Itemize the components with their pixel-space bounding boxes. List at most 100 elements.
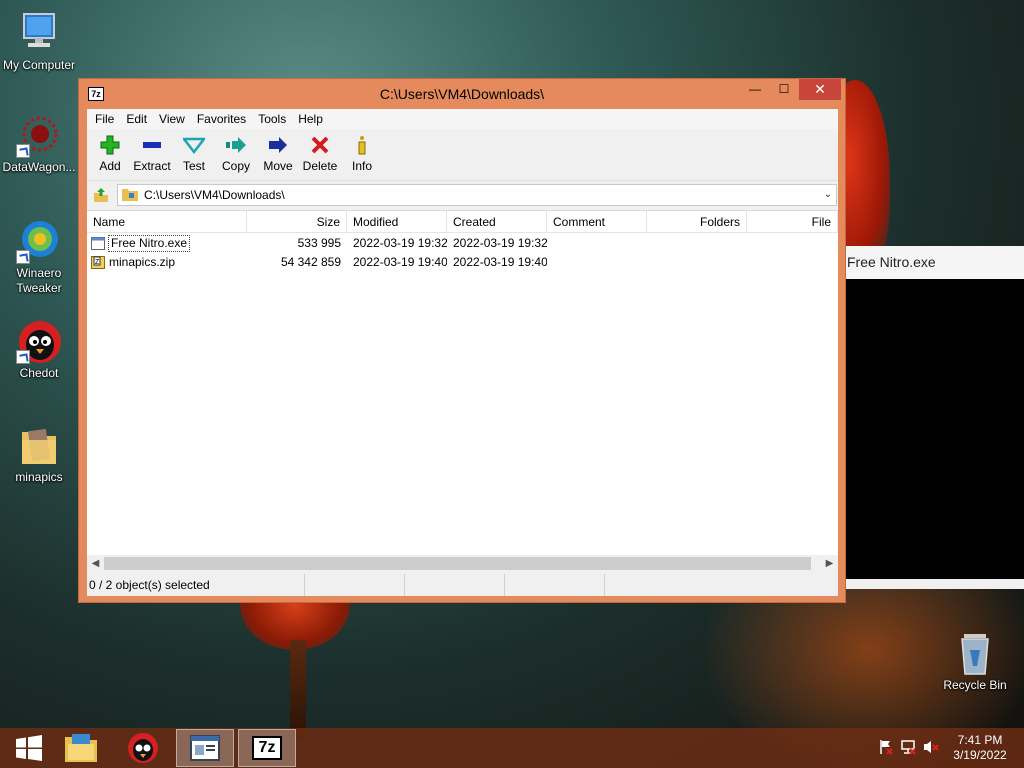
table-row[interactable]: Free Nitro.exe 533 995 2022-03-19 19:32 …: [87, 234, 838, 253]
system-tray: 7:41 PM 3/19/2022: [878, 728, 1024, 768]
file-size: 533 995: [297, 236, 341, 250]
menu-file[interactable]: File: [89, 112, 120, 126]
file-name: Free Nitro.exe: [107, 235, 191, 252]
title-bar[interactable]: 7z C:\Users\VM4\Downloads\ — ☐ ✕: [79, 79, 845, 109]
scroll-right-icon[interactable]: ▶: [821, 558, 838, 569]
taskbar-chedot[interactable]: [114, 729, 172, 767]
shortcut-arrow-icon: [16, 350, 30, 364]
info-button[interactable]: Info: [341, 129, 383, 180]
preview-window[interactable]: Free Nitro.exe: [846, 246, 1024, 589]
clock-time: 7:41 PM: [957, 733, 1003, 747]
column-folders[interactable]: Folders: [647, 211, 747, 232]
taskbar-file-explorer[interactable]: [52, 729, 110, 767]
preview-bottom-bar: [846, 579, 1024, 589]
taskbar-7zip[interactable]: 7z: [238, 729, 296, 767]
desktop-icon-datawagon[interactable]: DataWagon...: [0, 112, 78, 175]
desktop-icon-label: Winaero Tweaker: [16, 266, 62, 295]
table-row[interactable]: Z minapics.zip 54 342 859 2022-03-19 19:…: [87, 253, 838, 272]
add-icon: [89, 134, 131, 156]
chedot-icon: [16, 318, 62, 364]
extract-button[interactable]: Extract: [131, 129, 173, 180]
selection-status: 0 / 2 object(s) selected: [87, 574, 305, 596]
column-created[interactable]: Created: [447, 211, 547, 232]
menu-bar: File Edit View Favorites Tools Help: [87, 109, 838, 129]
folder-icon: [16, 422, 62, 468]
folder-icon: [122, 188, 138, 201]
file-name: minapics.zip: [109, 255, 176, 269]
path-text: C:\Users\VM4\Downloads\: [144, 187, 285, 202]
window-title: C:\Users\VM4\Downloads\: [379, 86, 545, 102]
delete-button[interactable]: Delete: [299, 129, 341, 180]
column-comment[interactable]: Comment: [547, 211, 647, 232]
info-label: Info: [351, 159, 372, 173]
clock-date: 3/19/2022: [953, 748, 1007, 762]
window-client-area: File Edit View Favorites Tools Help Add …: [87, 109, 838, 596]
column-headers: Name Size Modified Created Comment Folde…: [87, 211, 838, 233]
desktop-icon-my-computer[interactable]: My Computer: [0, 10, 78, 73]
file-explorer-icon: [65, 734, 97, 762]
copy-icon: [215, 134, 257, 156]
desktop-icon-label: DataWagon...: [2, 160, 76, 174]
test-label: Test: [182, 159, 205, 173]
file-modified: 2022-03-19 19:32: [353, 236, 447, 250]
desktop-icon-chedot[interactable]: Chedot: [0, 318, 78, 381]
wallpaper-stem: [290, 640, 306, 740]
desktop-icon-label: Recycle Bin: [943, 678, 1007, 692]
chevron-down-icon[interactable]: ⌄: [824, 189, 832, 200]
file-manager-window[interactable]: 7z C:\Users\VM4\Downloads\ — ☐ ✕ File Ed…: [78, 78, 846, 603]
column-modified[interactable]: Modified: [347, 211, 447, 232]
extract-label: Extract: [133, 159, 171, 173]
path-input[interactable]: C:\Users\VM4\Downloads\ ⌄: [117, 183, 837, 206]
file-modified: 2022-03-19 19:40: [353, 255, 447, 269]
scroll-left-icon[interactable]: ◀: [87, 558, 104, 569]
delete-label: Delete: [302, 159, 338, 173]
taskbar: 7z 7:41 PM 3/19/2022: [0, 728, 1024, 768]
menu-help[interactable]: Help: [292, 112, 329, 126]
horizontal-scrollbar[interactable]: ◀ ▶: [87, 555, 838, 572]
taskbar-window-preview[interactable]: [176, 729, 234, 767]
volume-muted-icon[interactable]: [922, 739, 948, 758]
column-files[interactable]: File: [747, 211, 838, 232]
status-cell: [305, 574, 405, 596]
file-list[interactable]: Name Size Modified Created Comment Folde…: [87, 210, 838, 572]
network-icon[interactable]: [900, 739, 922, 758]
start-button[interactable]: [0, 729, 58, 767]
move-label: Move: [263, 159, 293, 173]
scroll-thumb[interactable]: [104, 557, 811, 570]
minimize-button[interactable]: —: [741, 79, 769, 100]
folder-up-icon[interactable]: [93, 187, 109, 203]
svg-text:Z: Z: [95, 259, 100, 266]
desktop-icon-label: My Computer: [2, 58, 76, 72]
maximize-button[interactable]: ☐: [770, 79, 798, 100]
column-size[interactable]: Size: [247, 211, 347, 232]
toolbar: Add Extract Test Copy Move Delete Info: [87, 129, 838, 181]
copy-button[interactable]: Copy: [215, 129, 257, 180]
status-cell: [505, 574, 605, 596]
desktop-icon-recycle-bin[interactable]: Recycle Bin: [936, 630, 1014, 693]
move-button[interactable]: Move: [257, 129, 299, 180]
taskbar-clock[interactable]: 7:41 PM 3/19/2022: [948, 733, 1012, 763]
zip-file-icon: Z: [91, 256, 105, 269]
7zip-icon: 7z: [252, 736, 282, 760]
menu-view[interactable]: View: [153, 112, 191, 126]
extract-icon: [131, 134, 173, 156]
add-button[interactable]: Add: [89, 129, 131, 180]
close-button[interactable]: ✕: [799, 79, 841, 100]
test-button[interactable]: Test: [173, 129, 215, 180]
menu-tools[interactable]: Tools: [252, 112, 292, 126]
file-size: 54 342 859: [280, 255, 341, 269]
menu-edit[interactable]: Edit: [120, 112, 153, 126]
chedot-icon: [128, 733, 158, 763]
action-center-flag-icon[interactable]: [878, 739, 900, 758]
menu-favorites[interactable]: Favorites: [191, 112, 252, 126]
status-bar: 0 / 2 object(s) selected: [87, 574, 838, 596]
desktop-icon-minapics[interactable]: minapics: [0, 422, 78, 485]
desktop-icon-winaero-tweaker[interactable]: Winaero Tweaker: [0, 218, 78, 296]
file-created: 2022-03-19 19:32: [453, 236, 547, 250]
datawagon-icon: [16, 112, 62, 158]
column-name[interactable]: Name: [87, 211, 247, 232]
delete-icon: [299, 134, 341, 156]
shortcut-arrow-icon: [16, 250, 30, 264]
file-created: 2022-03-19 19:40: [453, 255, 547, 269]
status-cell: [405, 574, 505, 596]
